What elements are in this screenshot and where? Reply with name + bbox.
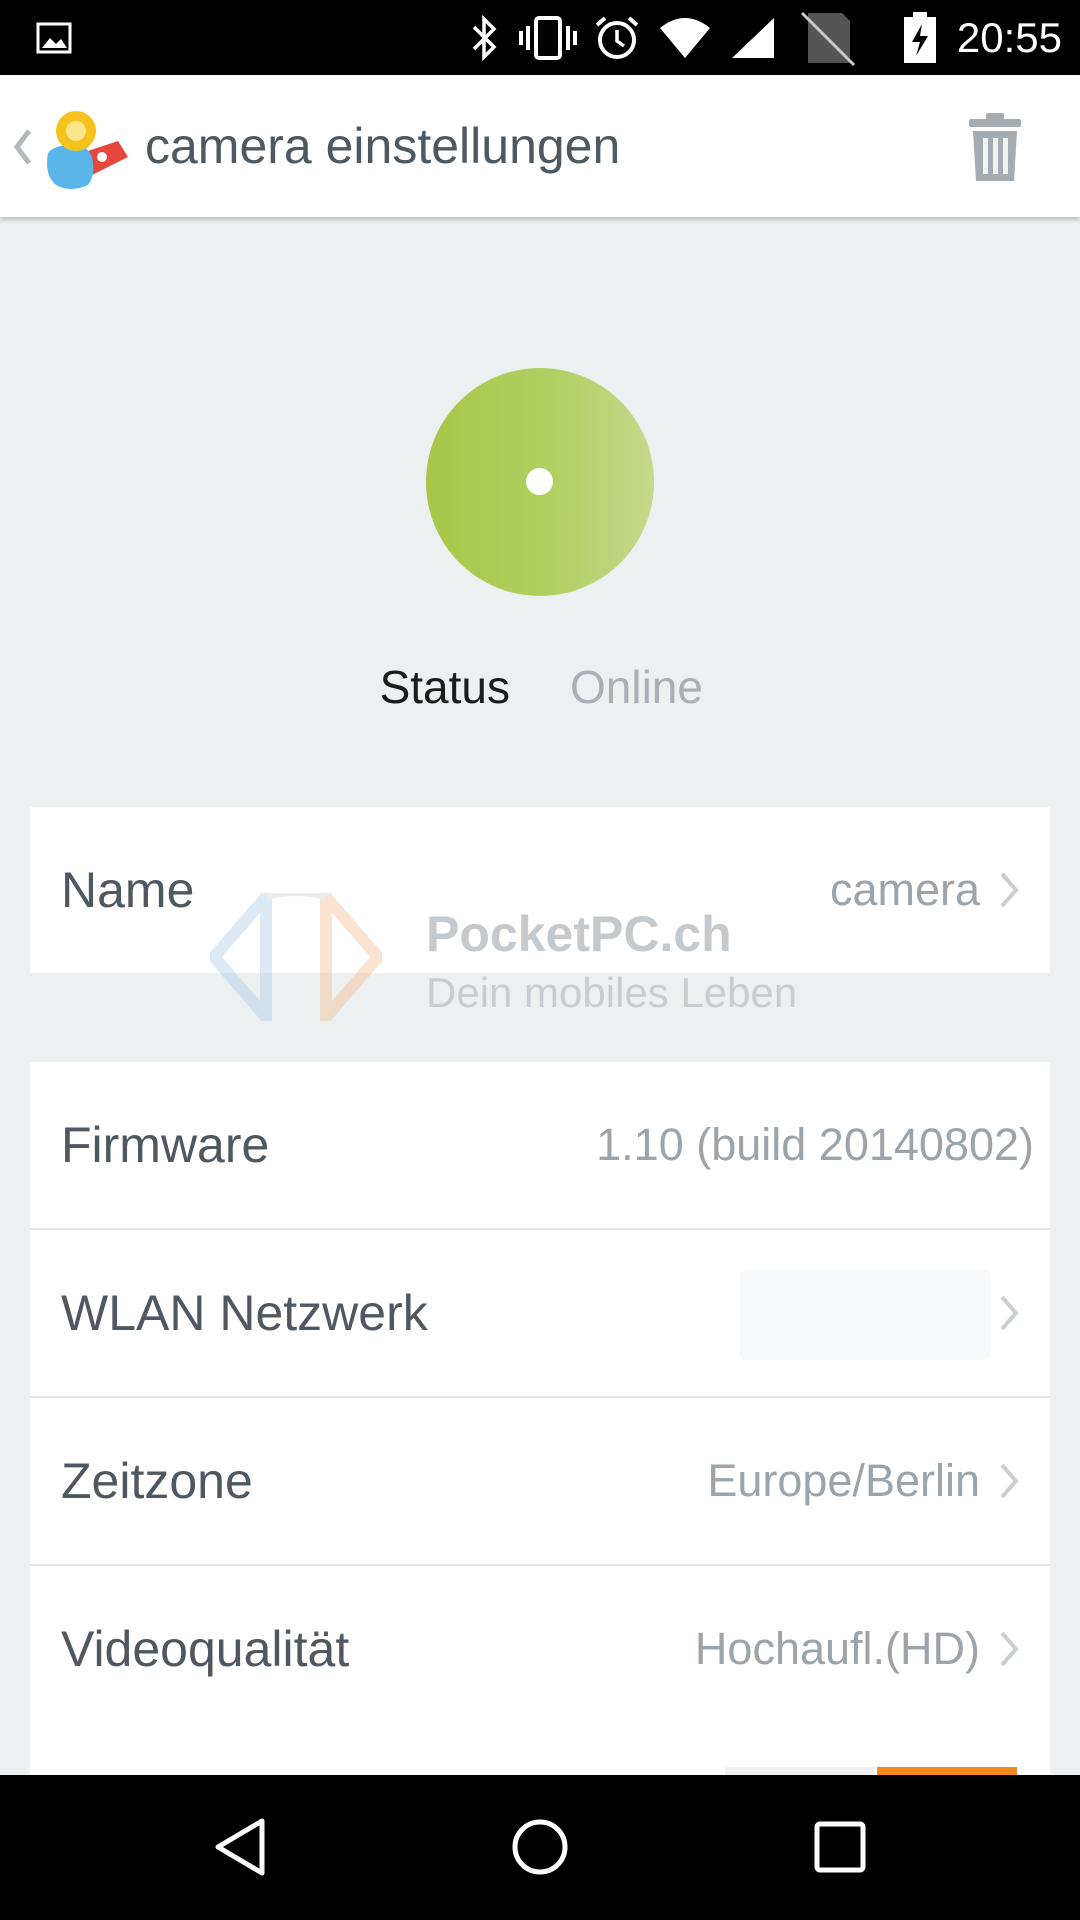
recents-square-icon — [814, 1821, 866, 1873]
row-label: WLAN Netzwerk — [61, 1285, 428, 1341]
vibrate-icon — [518, 0, 578, 75]
settings-row-wlan[interactable]: WLAN Netzwerk — [30, 1230, 1050, 1398]
row-label: Firmware — [61, 1117, 270, 1173]
chevron-right-icon — [1000, 872, 1019, 908]
status-indicator-dot — [526, 468, 553, 495]
nav-home-button[interactable] — [490, 1797, 590, 1897]
nav-recents-button[interactable] — [790, 1797, 890, 1897]
bluetooth-icon — [468, 0, 502, 75]
status-bar-time: 20:55 — [956, 13, 1062, 61]
app-logo-icon — [42, 105, 128, 191]
row-value: Hochaufl.(HD) — [694, 1623, 980, 1674]
row-label: Videoqualität — [61, 1621, 350, 1677]
redacted-network-name — [740, 1270, 990, 1360]
toggle-track — [725, 1767, 875, 1775]
back-triangle-icon — [215, 1818, 265, 1876]
navigation-bar — [0, 1775, 1080, 1920]
chevron-right-icon — [1000, 1295, 1019, 1331]
app-bar: camera einstellungen — [0, 75, 1080, 217]
nav-back-button[interactable] — [190, 1797, 290, 1897]
chevron-right-icon — [1000, 1631, 1019, 1667]
row-value: camera — [829, 864, 980, 915]
toggle-active — [877, 1767, 1017, 1775]
name-card: Name camera — [30, 807, 1050, 973]
trash-icon — [969, 113, 1021, 181]
wifi-icon — [658, 0, 712, 75]
home-circle-icon — [512, 1819, 568, 1875]
watermark-subtitle: Dein mobiles Leben — [426, 969, 798, 1016]
back-button[interactable] — [8, 119, 38, 173]
details-card: Firmware 1.10 (build 20140802) WLAN Netz… — [30, 1062, 1050, 1732]
row-label: Zeitzone — [61, 1453, 253, 1509]
status-bar: 20:55 — [0, 0, 1080, 75]
no-sim-icon — [798, 0, 858, 75]
settings-row-firmware: Firmware 1.10 (build 20140802) — [30, 1062, 1050, 1230]
status-value: Online — [570, 661, 703, 713]
signal-icon — [730, 0, 776, 75]
page-title: camera einstellungen — [145, 118, 621, 174]
row-value: 1.10 (build 20140802) — [596, 1119, 1034, 1170]
settings-row-partial[interactable] — [30, 1730, 1050, 1775]
chevron-right-icon — [1000, 1463, 1019, 1499]
row-value: Europe/Berlin — [707, 1455, 980, 1506]
status-label: Status — [379, 661, 510, 713]
delete-button[interactable] — [966, 111, 1024, 183]
settings-row-video-quality[interactable]: Videoqualität Hochaufl.(HD) — [30, 1566, 1050, 1732]
chevron-left-icon — [13, 129, 31, 165]
battery-charging-icon — [902, 0, 938, 75]
row-label: Name — [61, 862, 195, 918]
alarm-icon — [594, 0, 640, 75]
status-indicator — [426, 368, 654, 596]
settings-row-name[interactable]: Name camera — [30, 807, 1050, 973]
settings-row-timezone[interactable]: Zeitzone Europe/Berlin — [30, 1398, 1050, 1566]
gallery-icon — [36, 0, 72, 75]
